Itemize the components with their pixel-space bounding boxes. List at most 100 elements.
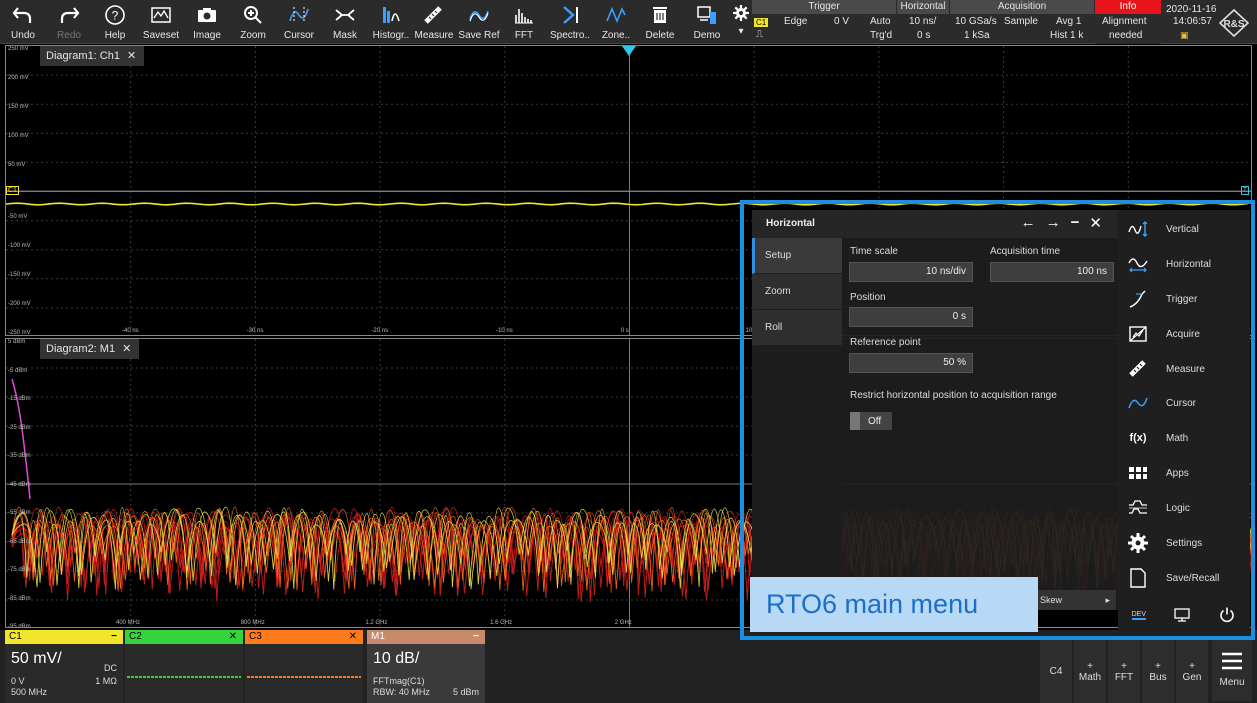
main-menu-callout: RTO6 main menu — [750, 577, 1038, 632]
zoom-label: Zoom — [240, 30, 266, 41]
signal-bar: C1− 50 mV/ DC 0 V 1 MΩ 500 MHz C2 ✕ C3 ✕ M… — [0, 630, 1257, 703]
diagram1-tab-label: Diagram1: Ch1 — [46, 50, 120, 62]
diagram2-y-tick-label: -55 dBm — [8, 510, 31, 516]
minimize-icon[interactable]: − — [473, 630, 479, 644]
save-ref-button[interactable]: Save Ref — [454, 0, 504, 44]
fft-button[interactable]: FFT — [504, 0, 544, 44]
channel-c3-card[interactable]: C3 ✕ — [245, 630, 363, 703]
menu-item-acquire-label: Acquire — [1166, 328, 1200, 340]
menu-item-settings[interactable]: Settings — [1118, 526, 1250, 560]
tab-roll[interactable]: Roll — [752, 310, 842, 346]
horizontal-scale: 10 ns/ — [909, 16, 937, 27]
rs-logo[interactable]: R&S — [1218, 8, 1250, 43]
cursor-button[interactable]: Cursor — [276, 0, 322, 44]
trigger-status[interactable]: Trigger C1 Edge 0 V Auto ⎍ Trg'd — [752, 0, 896, 44]
spectrogram-button[interactable]: Spectro.. — [544, 0, 596, 44]
menu-item-logic[interactable]: Logic — [1118, 491, 1250, 525]
close-icon[interactable]: ✕ — [122, 343, 131, 355]
mask-button[interactable]: Mask — [322, 0, 368, 44]
skew-label: Skew — [1040, 595, 1063, 605]
tab-zoom[interactable]: Zoom — [752, 274, 842, 310]
channel-c1-card[interactable]: C1− 50 mV/ DC 0 V 1 MΩ 500 MHz — [5, 630, 123, 703]
close-icon[interactable]: ✕ — [1089, 214, 1102, 232]
menu-item-horizontal[interactable]: Horizontal — [1118, 247, 1250, 281]
zone-button[interactable]: Zone.. — [596, 0, 636, 44]
menu-item-measure[interactable]: Measure — [1118, 352, 1250, 386]
position-field[interactable]: 0 s — [849, 307, 973, 327]
close-icon[interactable]: ✕ — [349, 630, 357, 644]
apps-icon — [1129, 467, 1147, 479]
restrict-position-label: Restrict horizontal position to acquisit… — [850, 390, 1057, 401]
menu-item-save-recall[interactable]: Save/Recall — [1118, 561, 1250, 595]
menu-item-trigger[interactable]: Trigger — [1118, 282, 1250, 316]
zoom-button[interactable]: Zoom — [230, 0, 276, 44]
undo-button[interactable]: Undo — [0, 0, 46, 44]
math-m1-card[interactable]: M1 − 10 dB/ FFTmag(C1) RBW: 40 MHz 5 dBm — [367, 630, 485, 703]
menu-item-horizontal-label: Horizontal — [1166, 258, 1212, 270]
arrow-left-icon[interactable]: ← — [1021, 214, 1036, 232]
diagram2-y-tick-label: -15 dBm — [8, 396, 31, 402]
diagram1-y-tick-label: 50 mV — [8, 162, 26, 169]
acquisition-time-field[interactable]: 100 ns — [990, 262, 1114, 282]
c2-preview — [127, 676, 241, 678]
menu-item-measure-label: Measure — [1166, 363, 1205, 375]
menu-button[interactable]: Menu — [1212, 638, 1252, 701]
close-icon[interactable]: ✕ — [127, 50, 136, 62]
time-scale-field[interactable]: 10 ns/div — [849, 262, 973, 282]
dev-tools-icon[interactable]: DEV — [1131, 611, 1146, 620]
menu-item-cursor[interactable]: Cursor — [1118, 386, 1250, 420]
acquire-icon — [1129, 326, 1147, 342]
ch1-offset-marker[interactable]: C1 — [6, 186, 19, 195]
trigger-level-marker[interactable]: T — [1240, 186, 1249, 195]
add-math-button[interactable]: + Math — [1074, 640, 1106, 703]
channel-c2-card[interactable]: C2 ✕ — [125, 630, 243, 703]
minimize-icon[interactable]: − — [111, 630, 117, 644]
hamburger-icon — [1222, 652, 1242, 670]
spectrogram-icon — [563, 6, 578, 24]
menu-item-vertical[interactable]: Vertical — [1118, 212, 1250, 246]
close-icon[interactable]: ✕ — [229, 630, 237, 644]
horizontal-icon — [1128, 258, 1148, 273]
restrict-position-toggle[interactable]: Off — [850, 412, 892, 430]
menu-item-acquire[interactable]: Acquire — [1118, 317, 1250, 351]
m1-rbw: RBW: 40 MHz — [373, 687, 430, 697]
time-scale-label: Time scale — [850, 246, 898, 257]
saveset-button[interactable]: Saveset — [138, 0, 184, 44]
c1-bandwidth: 500 MHz — [11, 687, 48, 697]
svg-text:?: ? — [112, 9, 119, 23]
menu-item-math[interactable]: f(x) Math — [1118, 421, 1250, 455]
reference-point-field[interactable]: 50 % — [849, 353, 973, 373]
demo-button[interactable]: Demo — [684, 0, 730, 44]
power-icon[interactable] — [1218, 606, 1236, 624]
help-button[interactable]: ? Help — [92, 0, 138, 44]
horizontal-status[interactable]: Horizontal 10 ns/ 0 s — [897, 0, 949, 44]
diagram2-x-tick-label: 2 GHz — [614, 620, 632, 626]
dropdown-arrow-icon: ▾ — [738, 26, 744, 37]
diagram1-tab[interactable]: Diagram1: Ch1 ✕ — [40, 46, 145, 66]
save-ref-icon — [469, 10, 489, 22]
diagram1-x-tick-label: -20 ns — [371, 328, 389, 334]
info-status[interactable]: Info Alignment needed — [1095, 0, 1161, 44]
svg-text:R&S: R&S — [1223, 19, 1244, 30]
image-button[interactable]: Image — [184, 0, 230, 44]
acquisition-status[interactable]: Acquisition 10 GSa/s Sample Avg 1 1 kSa … — [950, 0, 1094, 44]
add-bus-button[interactable]: + Bus — [1142, 640, 1174, 703]
tab-setup[interactable]: Setup — [752, 238, 842, 274]
toolbar-settings-button[interactable]: ▾ — [730, 0, 752, 44]
c2-head: C2 ✕ — [125, 630, 243, 644]
measure-button[interactable]: Measure — [414, 0, 454, 44]
diagram2-tab[interactable]: Diagram2: M1 ✕ — [40, 339, 140, 359]
add-c4-button[interactable]: C4 — [1040, 640, 1072, 703]
minimize-icon[interactable]: − — [1071, 214, 1080, 232]
acquisition-rate: 10 GSa/s — [955, 16, 997, 27]
histogram-button[interactable]: Histogr.. — [368, 0, 414, 44]
delete-button[interactable]: Delete — [636, 0, 684, 44]
add-fft-button[interactable]: + FFT — [1108, 640, 1140, 703]
redo-button[interactable]: Redo — [46, 0, 92, 44]
monitor-icon[interactable] — [1173, 607, 1191, 623]
skew-menu-item[interactable]: Skew ▸ — [1036, 590, 1116, 610]
arrow-right-icon[interactable]: → — [1046, 214, 1061, 232]
add-gen-button[interactable]: + Gen — [1176, 640, 1208, 703]
diagram2-y-tick-label: -75 dBm — [8, 567, 31, 573]
menu-item-apps[interactable]: Apps — [1118, 456, 1250, 490]
